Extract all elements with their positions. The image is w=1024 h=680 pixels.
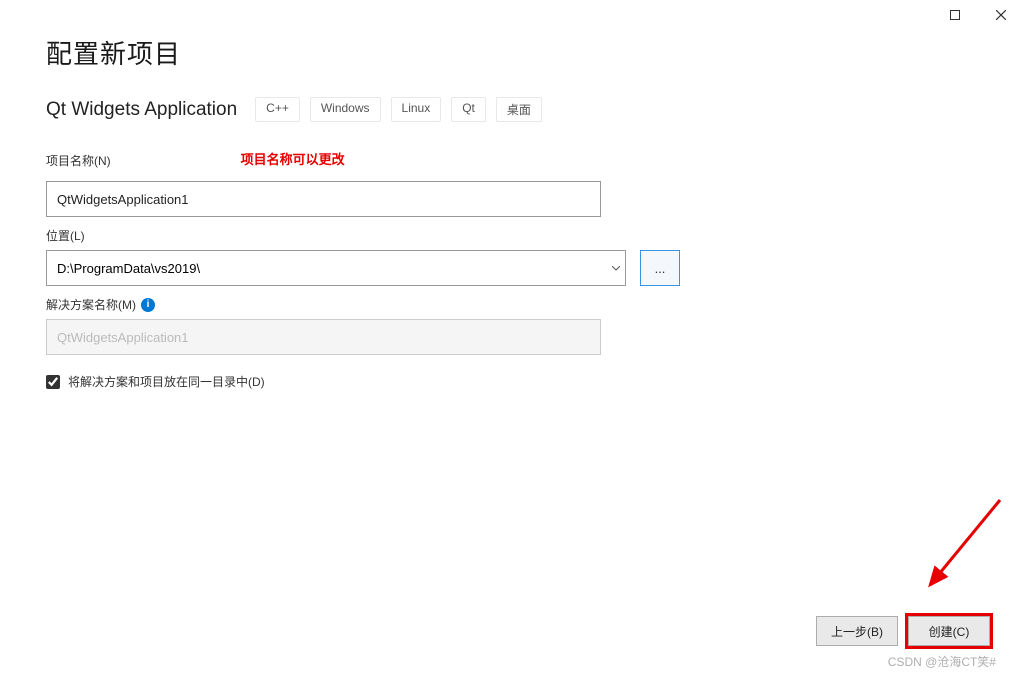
tag-qt: Qt — [451, 97, 486, 122]
tag-linux: Linux — [391, 97, 442, 122]
tag-windows: Windows — [310, 97, 381, 122]
location-value: D:\ProgramData\vs2019\ — [57, 261, 607, 276]
template-subtitle: Qt Widgets Application — [46, 99, 237, 121]
annotation-arrow — [890, 490, 1010, 610]
tag-cpp: C++ — [255, 97, 300, 122]
solution-name-input — [46, 319, 601, 355]
same-directory-label: 将解决方案和项目放在同一目录中(D) — [68, 373, 265, 390]
tag-list: C++ Windows Linux Qt 桌面 — [255, 97, 542, 122]
project-name-annotation: 项目名称可以更改 — [241, 149, 345, 168]
browse-button[interactable]: ... — [640, 250, 680, 286]
chevron-down-icon — [607, 266, 625, 271]
project-name-label: 项目名称(N) — [46, 152, 111, 169]
close-icon — [996, 10, 1006, 20]
watermark: CSDN @沧海CT笑# — [888, 653, 996, 670]
close-button[interactable] — [978, 0, 1024, 30]
location-label: 位置(L) — [46, 227, 978, 244]
tag-desktop: 桌面 — [496, 97, 542, 122]
solution-name-label: 解决方案名称(M) i — [46, 296, 978, 313]
location-combobox[interactable]: D:\ProgramData\vs2019\ — [46, 250, 626, 286]
back-button[interactable]: 上一步(B) — [816, 616, 898, 646]
maximize-icon — [950, 10, 960, 20]
create-button[interactable]: 创建(C) — [908, 616, 990, 646]
page-title: 配置新项目 — [46, 34, 978, 71]
maximize-button[interactable] — [932, 0, 978, 30]
same-directory-row[interactable]: 将解决方案和项目放在同一目录中(D) — [46, 373, 978, 390]
project-name-input[interactable] — [46, 181, 601, 217]
info-icon[interactable]: i — [141, 298, 155, 312]
same-directory-checkbox[interactable] — [46, 375, 60, 389]
